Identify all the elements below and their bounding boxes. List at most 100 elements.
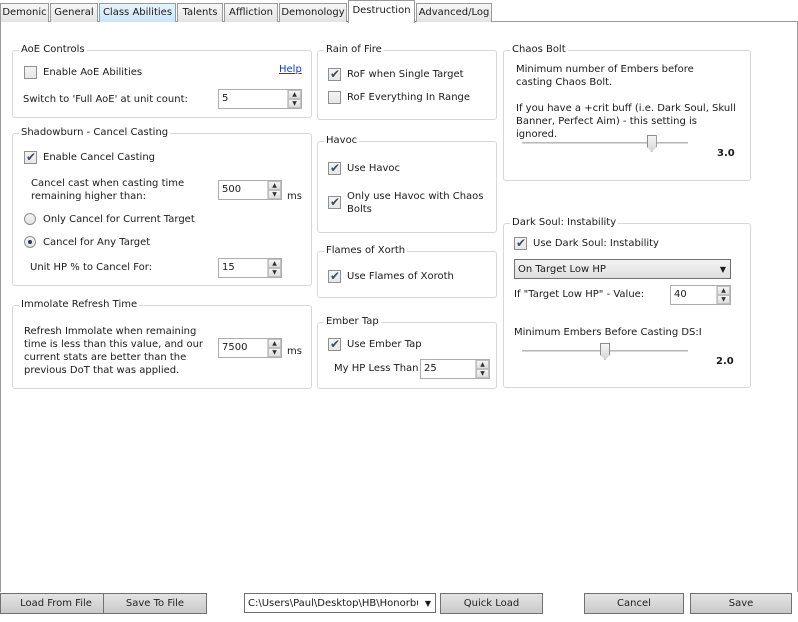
- use-ember-tap-checkbox[interactable]: ✔: [328, 337, 341, 351]
- stepper-up-icon[interactable]: ▲: [717, 286, 730, 295]
- chaos-bolt-desc1: Minimum number of Embers before casting …: [516, 64, 694, 88]
- tab-talents[interactable]: Talents: [177, 3, 223, 22]
- chaos-bolt-value: 3.0: [717, 148, 735, 159]
- chevron-down-icon: ▼: [719, 265, 726, 274]
- unit-hp-stepper[interactable]: 15 ▲ ▼: [218, 258, 282, 278]
- switch-aoe-label: Switch to 'Full AoE' at unit count:: [23, 94, 188, 105]
- enable-aoe-checkbox[interactable]: [24, 66, 37, 79]
- profile-path-value: C:\Users\Paul\Desktop\HB\Honorbu: [248, 598, 418, 609]
- flames-title: Flames of Xorth: [324, 245, 408, 256]
- stepper-up-icon[interactable]: ▲: [268, 259, 281, 268]
- tab-class-abilities[interactable]: Class Abilities: [99, 3, 176, 22]
- checkmark-icon: ✔: [330, 195, 341, 209]
- havoc-chaos-bolts-checkbox[interactable]: ✔: [328, 195, 341, 209]
- dark-soul-min-embers-label: Minimum Embers Before Casting DS:I: [514, 327, 702, 338]
- stepper-down-icon[interactable]: ▼: [268, 190, 281, 199]
- use-havoc-label: Use Havoc: [347, 163, 401, 174]
- stepper-down-icon[interactable]: ▼: [268, 268, 281, 277]
- aoe-unit-count-stepper[interactable]: 5 ▲ ▼: [218, 89, 302, 109]
- profile-path-select[interactable]: C:\Users\Paul\Desktop\HB\Honorbu ▼: [244, 593, 436, 613]
- radio-selected-dot: [28, 240, 32, 244]
- use-dark-soul-label: Use Dark Soul: Instability: [533, 238, 659, 249]
- checkmark-icon: ✔: [26, 150, 37, 164]
- dark-soul-value-stepper[interactable]: 40 ▲ ▼: [670, 285, 731, 305]
- unit-hp-label: Unit HP % to Cancel For:: [30, 262, 153, 273]
- aoe-unit-count-value: 5: [222, 93, 229, 104]
- chevron-down-icon: ▼: [424, 599, 431, 608]
- tab-demonic[interactable]: Demonic: [0, 3, 49, 22]
- stepper-down-icon[interactable]: ▼: [288, 99, 301, 108]
- stepper-up-icon[interactable]: ▲: [288, 90, 301, 99]
- stepper-down-icon[interactable]: ▼: [268, 348, 281, 357]
- havoc-chaos-bolts-label: Only use Havoc with Chaos Bolts: [347, 191, 484, 215]
- immolate-desc: Refresh Immolate when remaining time is …: [24, 326, 204, 376]
- rain-of-fire-title: Rain of Fire: [324, 44, 384, 55]
- any-target-radio[interactable]: [24, 236, 36, 248]
- chaos-bolt-slider-track[interactable]: [522, 142, 688, 144]
- ember-tap-hp-stepper[interactable]: 25 ▲ ▼: [420, 359, 490, 379]
- save-button[interactable]: Save: [690, 593, 792, 614]
- any-target-label: Cancel for Any Target: [43, 237, 151, 248]
- use-flames-checkbox[interactable]: ✔: [328, 269, 341, 283]
- use-flames-label: Use Flames of Xoroth: [347, 271, 454, 282]
- use-havoc-checkbox[interactable]: ✔: [328, 161, 341, 175]
- aoe-controls-title: AoE Controls: [19, 44, 87, 55]
- tab-bar: Demonic General Class Abilities Talents …: [0, 0, 798, 23]
- immolate-ms-value: 7500: [222, 342, 248, 353]
- rof-everything-label: RoF Everything In Range: [347, 92, 471, 103]
- checkmark-icon: ✔: [330, 67, 341, 81]
- cancel-cast-ms-value: 500: [222, 184, 242, 195]
- checkmark-icon: ✔: [330, 269, 341, 283]
- load-from-file-button[interactable]: Load From File: [0, 593, 112, 614]
- enable-cancel-casting-checkbox[interactable]: ✔: [24, 150, 37, 164]
- dark-soul-title: Dark Soul: Instability: [510, 217, 619, 228]
- ember-tap-hp-value: 25: [424, 363, 437, 374]
- use-ember-tap-label: Use Ember Tap: [347, 339, 422, 350]
- stepper-down-icon[interactable]: ▼: [476, 369, 489, 378]
- immolate-unit: ms: [287, 346, 302, 357]
- only-current-target-radio[interactable]: [24, 213, 36, 225]
- cancel-cast-unit: ms: [287, 191, 302, 202]
- chaos-bolt-desc2: If you have a +crit buff (i.e. Dark Soul…: [516, 103, 736, 140]
- dark-soul-value-label: If "Target Low HP" - Value:: [514, 289, 645, 300]
- quick-load-button[interactable]: Quick Load: [440, 593, 543, 614]
- rof-single-target-checkbox[interactable]: ✔: [328, 67, 341, 81]
- checkmark-icon: ✔: [516, 236, 527, 250]
- unit-hp-value: 15: [222, 262, 235, 273]
- cancel-cast-ms-stepper[interactable]: 500 ▲ ▼: [218, 180, 282, 200]
- tab-general[interactable]: General: [50, 3, 98, 22]
- havoc-title: Havoc: [324, 135, 360, 146]
- dark-soul-embers-value: 2.0: [716, 356, 734, 367]
- enable-cancel-casting-label: Enable Cancel Casting: [43, 152, 156, 163]
- ember-tap-title: Ember Tap: [324, 316, 381, 327]
- tab-demonology[interactable]: Demonology: [279, 3, 347, 22]
- tab-advanced-log[interactable]: Advanced/Log: [416, 3, 492, 22]
- checkmark-icon: ✔: [330, 337, 341, 351]
- ember-tap-hp-label: My HP Less Than: [334, 363, 419, 374]
- dark-soul-mode-value: On Target Low HP: [518, 264, 606, 275]
- dark-soul-mode-select[interactable]: On Target Low HP ▼: [514, 259, 731, 279]
- stepper-up-icon[interactable]: ▲: [268, 339, 281, 348]
- use-dark-soul-checkbox[interactable]: ✔: [514, 236, 527, 250]
- shadowburn-title: Shadowburn - Cancel Casting: [19, 127, 171, 138]
- immolate-ms-stepper[interactable]: 7500 ▲ ▼: [218, 338, 282, 358]
- cancel-button[interactable]: Cancel: [584, 593, 684, 614]
- only-current-target-label: Only Cancel for Current Target: [43, 214, 195, 225]
- immolate-title: Immolate Refresh Time: [19, 299, 140, 310]
- rain-of-fire-group: Rain of Fire: [317, 44, 497, 120]
- save-to-file-button[interactable]: Save To File: [103, 593, 207, 614]
- stepper-up-icon[interactable]: ▲: [268, 181, 281, 190]
- checkmark-icon: ✔: [330, 161, 341, 175]
- tab-destruction[interactable]: Destruction: [348, 0, 415, 23]
- chaos-bolt-title: Chaos Bolt: [510, 44, 568, 55]
- dark-soul-value-field: 40: [674, 289, 687, 300]
- tab-affliction[interactable]: Affliction: [224, 3, 278, 22]
- havoc-group: Havoc: [317, 135, 497, 233]
- cancel-cast-label: Cancel cast when casting time remaining …: [31, 178, 185, 202]
- rof-single-target-label: RoF when Single Target: [347, 69, 464, 80]
- stepper-down-icon[interactable]: ▼: [717, 295, 730, 304]
- stepper-up-icon[interactable]: ▲: [476, 360, 489, 369]
- enable-aoe-label: Enable AoE Abilities: [43, 67, 143, 78]
- help-link[interactable]: Help: [279, 64, 302, 75]
- rof-everything-checkbox[interactable]: [328, 91, 341, 104]
